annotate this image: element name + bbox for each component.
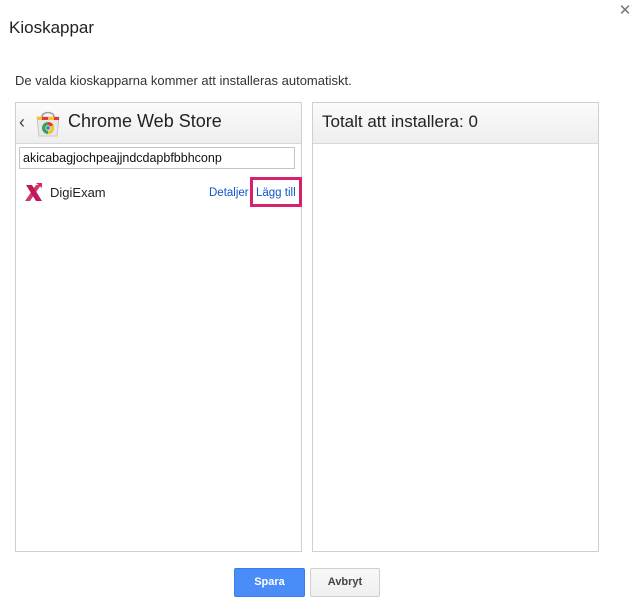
close-icon[interactable]: ✕: [616, 2, 634, 20]
dialog-description: De valda kioskapparna kommer att install…: [15, 73, 352, 88]
install-panel-header: Totalt att installera: 0: [313, 103, 598, 144]
chevron-left-icon[interactable]: ‹: [19, 112, 25, 133]
app-list-item: DigiExam Detaljer Lägg till: [16, 177, 302, 209]
install-panel: Totalt att installera: 0: [312, 102, 599, 552]
store-panel: ‹ Chrome Web Store akicabagjochpeajjndcd…: [15, 102, 302, 552]
chrome-web-store-icon: [36, 111, 60, 137]
install-total-title: Totalt att installera: 0: [322, 112, 478, 131]
cancel-button[interactable]: Avbryt: [310, 568, 380, 597]
store-panel-header: ‹ Chrome Web Store: [16, 103, 301, 144]
app-name: DigiExam: [50, 185, 106, 200]
app-id-search-input[interactable]: [19, 147, 295, 169]
dialog-title: Kioskappar: [9, 18, 95, 37]
details-link[interactable]: Detaljer: [209, 187, 249, 199]
save-button[interactable]: Spara: [234, 568, 305, 597]
store-title: Chrome Web Store: [68, 111, 222, 131]
digiexam-icon: [25, 183, 42, 201]
add-app-link[interactable]: Lägg till: [256, 187, 296, 199]
